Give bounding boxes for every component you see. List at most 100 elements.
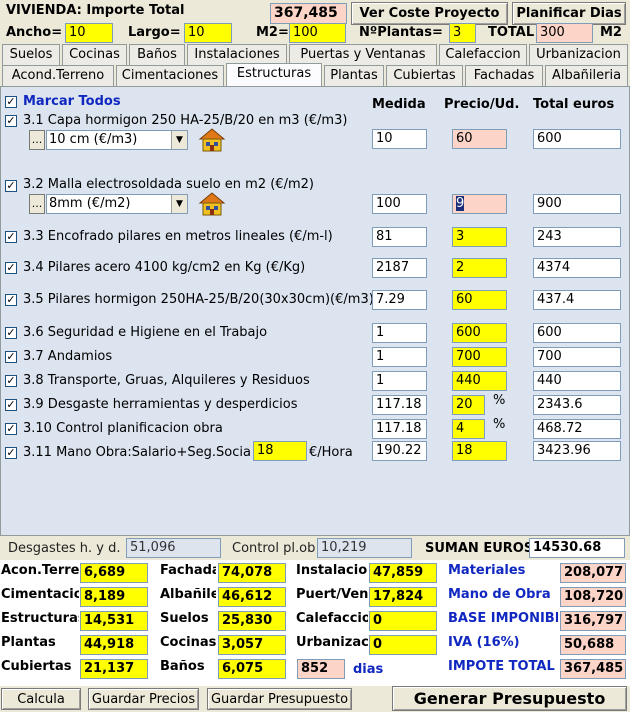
item-3-10-precio[interactable]: 4 [452,419,485,439]
item-3-4-total: 4374 [533,258,621,278]
item-3-5-medida[interactable]: 7.29 [372,290,427,310]
item-3-11-extra-unit: €/Hora [309,445,353,460]
tab-urbanizacion[interactable]: Urbanizacion [529,44,628,65]
sum-iva-value: 50,688 [560,635,626,655]
item-3-4-label: 3.4 Pilares acero 4100 kg/cm2 en Kg (€/K… [23,260,306,275]
sum-suelos-value: 25,830 [218,611,286,631]
col-total-header: Total euros [533,97,615,112]
generar-presupuesto-button[interactable]: Generar Presupuesto [392,686,627,711]
tab-calefaccion[interactable]: Calefaccion [439,44,527,65]
item-3-6-precio[interactable]: 600 [452,323,507,343]
item-3-4-precio[interactable]: 2 [452,258,507,278]
item-3-3-checkbox[interactable]: ✓ [5,231,17,243]
item-3-4-medida[interactable]: 2187 [372,258,427,278]
nplantas-input[interactable]: 3 [449,23,476,43]
item-3-10-checkbox[interactable]: ✓ [5,423,17,435]
item-3-7-medida[interactable]: 1 [372,347,427,367]
tab-cocinas[interactable]: Cocinas [62,44,127,65]
item-3-2-medida[interactable]: 100 [372,194,427,214]
m2-label: M2= [256,25,289,40]
guardar-precios-button[interactable]: Guardar Precios [88,688,199,710]
item-3-2-options-button[interactable]: ... [29,194,45,214]
item-3-8-precio[interactable]: 440 [452,371,507,391]
item-3-1-select[interactable]: 10 cm (€/m3) ▼ [46,130,188,150]
item-3-11-salario-input[interactable]: 18 [253,441,307,461]
tab-suelos[interactable]: Suelos [2,44,60,65]
planificar-dias-button[interactable]: Planificar Dias [512,2,626,25]
item-3-1-options-button[interactable]: ... [29,130,45,150]
tab-estructuras[interactable]: Estructuras [226,63,322,86]
largo-input[interactable]: 10 [184,23,232,43]
sum-fachadas-label: Fachadas [160,563,216,578]
item-3-11-medida[interactable]: 190.22 [372,441,427,461]
item-3-8-medida[interactable]: 1 [372,371,427,391]
item-3-10-medida[interactable]: 117.18 [372,419,427,439]
tab-cimentaciones[interactable]: Cimentaciones [116,65,224,86]
ancho-input[interactable]: 10 [65,23,113,43]
item-3-2-select[interactable]: 8mm (€/m2) ▼ [46,194,188,214]
tab-instalaciones[interactable]: Instalaciones [187,44,287,65]
chevron-down-icon[interactable]: ▼ [171,131,187,149]
item-3-1-medida[interactable]: 10 [372,129,427,149]
item-3-10-total: 468.72 [533,419,621,439]
item-3-9-medida[interactable]: 117.18 [372,395,427,415]
sum-cubiertas-value: 21,137 [80,659,148,679]
sum-puertas-ventanas-label: Puert/Vent [296,587,368,602]
item-3-7-checkbox[interactable]: ✓ [5,351,17,363]
item-3-6-medida[interactable]: 1 [372,323,427,343]
item-3-1-precio[interactable]: 60 [452,129,507,149]
col-medida-header: Medida [372,97,426,112]
tab-cubiertas[interactable]: Cubiertas [386,65,463,86]
item-3-9-precio[interactable]: 20 [452,395,485,415]
item-3-3-total: 243 [533,227,621,247]
tab-acond-terreno[interactable]: Acond.Terreno [2,65,114,86]
tab-plantas[interactable]: Plantas [324,65,384,86]
item-3-3-precio[interactable]: 3 [452,227,507,247]
tab-fachadas[interactable]: Fachadas [465,65,543,86]
item-3-4-checkbox[interactable]: ✓ [5,262,17,274]
desgastes-value: 51,096 [126,538,221,558]
item-3-1-checkbox[interactable]: ✓ [5,115,17,127]
item-3-8-checkbox[interactable]: ✓ [5,375,17,387]
tab-puertas-ventanas[interactable]: Puertas y Ventanas [289,44,437,65]
tab-albanileria[interactable]: Albañileria [545,65,628,86]
sum-plantas-label: Plantas [1,635,56,650]
item-3-11-checkbox[interactable]: ✓ [5,447,17,459]
item-3-2-checkbox[interactable]: ✓ [5,180,17,192]
tabs-row-1: Suelos Cocinas Baños Instalaciones Puert… [0,44,630,65]
estructuras-panel: ✓ Marcar Todos Medida Precio/Ud. Total e… [0,86,630,536]
chevron-down-icon[interactable]: ▼ [171,195,187,213]
suman-euros-value: 14530.68 [529,538,625,558]
item-3-6-checkbox[interactable]: ✓ [5,327,17,339]
marcar-todos-label: Marcar Todos [23,94,121,109]
item-3-9-checkbox[interactable]: ✓ [5,399,17,411]
item-3-2-precio[interactable]: 9 [452,194,507,214]
item-3-8-total: 440 [533,371,621,391]
calcula-button[interactable]: Calcula [1,688,81,710]
sum-acon-terreno-value: 6,689 [80,563,148,583]
guardar-presupuesto-button[interactable]: Guardar Presupuesto [207,688,352,710]
sum-albanileria-label: Albañileria [160,587,216,602]
item-3-11-total: 3423.96 [533,441,621,461]
item-3-7-precio[interactable]: 700 [452,347,507,367]
sum-urbanizacion-label: Urbanizacion [296,635,368,650]
item-3-5-precio[interactable]: 60 [452,290,507,310]
total-m2-unit: M2 [600,25,622,40]
sum-urbanizacion-value: 0 [369,635,437,655]
house-icon[interactable] [197,191,227,217]
sum-importe-total-label: IMPOTE TOTAL [448,659,555,674]
item-3-5-checkbox[interactable]: ✓ [5,294,17,306]
item-3-11-precio[interactable]: 18 [452,441,507,461]
item-3-9-label: 3.9 Desgaste herramientas y desperdicios [23,397,298,412]
app-title: VIVIENDA: Importe Total [6,3,185,18]
m2-input[interactable]: 100 [289,23,346,43]
tabs-row-2: Acond.Terreno Cimentaciones Estructuras … [0,63,630,86]
control-value: 10,219 [317,538,412,558]
ver-coste-proyecto-button[interactable]: Ver Coste Proyecto [351,2,508,25]
nplantas-label: NºPlantas= [359,25,443,40]
house-icon[interactable] [197,127,227,153]
tab-banos[interactable]: Baños [129,44,185,65]
item-3-3-medida[interactable]: 81 [372,227,427,247]
marcar-todos-checkbox[interactable]: ✓ [5,96,17,108]
col-precio-header: Precio/Ud. [444,97,520,112]
